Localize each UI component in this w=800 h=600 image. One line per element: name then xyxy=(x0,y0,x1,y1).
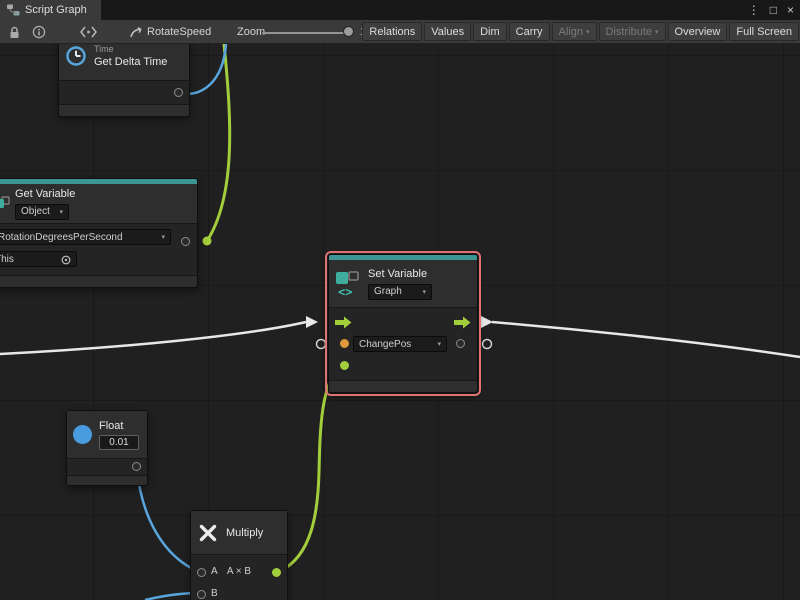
variable-scope-dropdown[interactable]: Graph ▾ xyxy=(368,284,432,300)
control-input-port[interactable] xyxy=(335,316,352,329)
lock-icon[interactable] xyxy=(8,25,21,39)
variable-name-port[interactable] xyxy=(340,339,349,348)
object-picker-icon[interactable] xyxy=(61,255,71,265)
variable-icon xyxy=(0,196,10,212)
panel-menu-icon[interactable]: ⋮ xyxy=(748,4,760,16)
close-icon[interactable]: × xyxy=(787,4,794,16)
variable-name-dropdown[interactable]: RotationDegreesPerSecond ▾ xyxy=(0,229,171,245)
graph-breadcrumb-icon xyxy=(129,25,143,39)
node-get-delta-time[interactable]: Time Get Delta Time xyxy=(58,44,190,117)
node-header: Float xyxy=(67,411,147,459)
overview-button[interactable]: Overview xyxy=(668,22,728,41)
distribute-caret-icon: ▾ xyxy=(655,28,659,36)
distribute-button[interactable]: Distribute▾ xyxy=(599,22,666,41)
info-icon[interactable] xyxy=(32,25,46,39)
variable-name-dropdown[interactable]: ChangePos ▾ xyxy=(353,336,447,352)
wire-green-endpoint xyxy=(203,237,212,246)
input-b-label: B xyxy=(211,588,218,599)
float-value-input[interactable] xyxy=(99,435,139,450)
control-out-arrowhead-icon xyxy=(481,316,493,328)
node-ports xyxy=(59,81,189,104)
multiply-input-b-port[interactable] xyxy=(197,590,206,599)
zoom-slider-knob[interactable] xyxy=(343,26,354,37)
graph-canvas[interactable]: Time Get Delta Time Get Variable xyxy=(0,44,800,600)
dropdown-caret-icon: ▾ xyxy=(59,208,63,216)
control-in-arrowhead-icon xyxy=(306,316,318,328)
node-ports: A A × B B xyxy=(191,555,287,600)
graph-name-breadcrumb[interactable]: RotateSpeed xyxy=(147,26,211,38)
control-output-port[interactable] xyxy=(454,316,471,329)
zoom-label: Zoom xyxy=(237,26,265,38)
value-output-port[interactable] xyxy=(456,339,465,348)
tab-script-graph[interactable]: Script Graph xyxy=(0,0,101,20)
node-title: Get Delta Time xyxy=(94,56,167,68)
value-input-port[interactable] xyxy=(340,361,349,370)
node-title: Get Variable xyxy=(15,188,75,200)
panel-window-controls: ⋮ □ × xyxy=(748,0,794,20)
node-footer xyxy=(0,275,197,287)
variable-value-output-port[interactable] xyxy=(181,237,190,246)
port-ring-left xyxy=(317,340,326,349)
code-connections-icon[interactable] xyxy=(80,26,97,38)
target-object-field[interactable]: This xyxy=(0,251,77,267)
values-button[interactable]: Values xyxy=(424,22,471,41)
wire-control-in xyxy=(0,322,306,354)
node-ports: RotationDegreesPerSecond ▾ This xyxy=(0,224,197,275)
node-title: Float xyxy=(99,420,139,432)
dropdown-caret-icon: ▾ xyxy=(161,233,165,241)
tab-bar: Script Graph ⋮ □ × xyxy=(0,0,800,20)
toolbar-buttons: Relations Values Dim Carry Align▾ Distri… xyxy=(362,22,799,41)
port-ring-right xyxy=(483,340,492,349)
node-float[interactable]: Float xyxy=(66,410,148,486)
node-footer xyxy=(329,380,477,392)
node-header: <> Set Variable Graph ▾ xyxy=(329,260,477,308)
script-graph-window: Script Graph ⋮ □ × RotateSpeed Zoom xyxy=(0,0,800,600)
dropdown-caret-icon: ▾ xyxy=(422,288,426,296)
wire-multiply-to-set-variable xyxy=(280,366,341,571)
clock-icon xyxy=(65,45,87,67)
node-multiply[interactable]: Multiply A A × B B xyxy=(190,510,288,600)
node-header: Get Variable Object ▾ xyxy=(0,184,197,224)
wire-control-out xyxy=(492,322,800,357)
maximize-icon[interactable]: □ xyxy=(770,4,777,16)
node-ports xyxy=(67,459,147,475)
script-graph-tab-icon xyxy=(6,3,20,17)
dropdown-caret-icon: ▾ xyxy=(437,340,441,348)
align-button[interactable]: Align▾ xyxy=(552,22,597,41)
float-type-icon xyxy=(73,425,92,444)
tab-label: Script Graph xyxy=(25,4,87,16)
zoom-slider-track[interactable] xyxy=(262,32,350,34)
multiply-icon xyxy=(197,522,219,544)
node-set-variable[interactable]: <> Set Variable Graph ▾ xyxy=(328,254,478,393)
node-category: Time xyxy=(94,44,167,54)
node-footer xyxy=(67,475,147,485)
node-title: Set Variable xyxy=(368,268,432,280)
node-title: Multiply xyxy=(226,527,263,539)
delta-time-output-port[interactable] xyxy=(174,88,183,97)
variable-scope-dropdown[interactable]: Object ▾ xyxy=(15,204,69,220)
align-caret-icon: ▾ xyxy=(586,28,590,36)
graph-toolbar: RotateSpeed Zoom 1x Relations Values Dim… xyxy=(0,20,800,44)
graph-variable-icon: <> xyxy=(335,271,361,297)
node-header: Time Get Delta Time xyxy=(59,44,189,81)
svg-text:<>: <> xyxy=(338,285,352,297)
node-footer xyxy=(59,104,189,116)
float-output-port[interactable] xyxy=(132,462,141,471)
node-get-variable[interactable]: Get Variable Object ▾ RotationDegreesPer… xyxy=(0,178,198,288)
relations-button[interactable]: Relations xyxy=(362,22,422,41)
multiply-output-port[interactable] xyxy=(272,568,281,577)
node-ports: ChangePos ▾ xyxy=(329,308,477,380)
full-screen-button[interactable]: Full Screen xyxy=(729,22,799,41)
node-header: Multiply xyxy=(191,511,287,555)
dim-button[interactable]: Dim xyxy=(473,22,507,41)
carry-button[interactable]: Carry xyxy=(509,22,550,41)
